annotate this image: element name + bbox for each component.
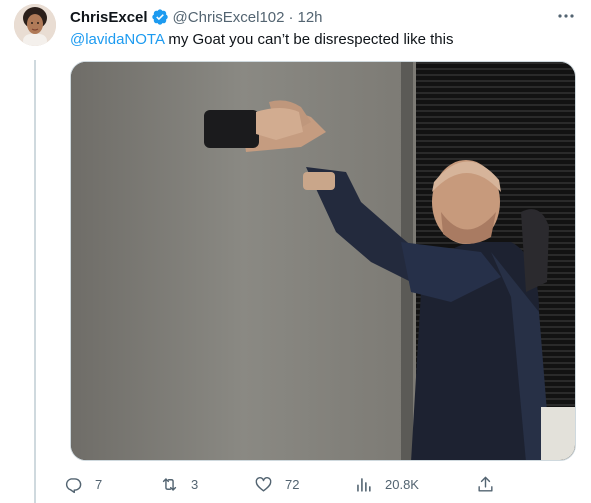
author-handle[interactable]: @ChrisExcel102 [173, 9, 285, 26]
views-count: 20.8K [385, 476, 419, 492]
more-dots-icon [558, 14, 574, 18]
share-button[interactable] [476, 472, 495, 496]
tweet-text: @lavidaNOTA my Goat you can’t be disresp… [70, 30, 571, 50]
retweet-button[interactable]: 3 [160, 472, 198, 496]
verified-badge-icon [151, 9, 168, 25]
timestamp[interactable]: 12h [297, 9, 322, 26]
like-button[interactable]: 72 [254, 472, 299, 496]
avatar-image [14, 4, 56, 46]
author-name[interactable]: ChrisExcel [70, 9, 148, 26]
selfie-photo-image [71, 62, 575, 460]
tweet-header: ChrisExcel @ChrisExcel102 · 12h [70, 6, 577, 28]
tweet-body: my Goat you can’t be disrespected like t… [164, 31, 454, 48]
retweet-count: 3 [191, 476, 199, 492]
mention-link[interactable]: @lavidaNOTA [70, 31, 164, 48]
separator-dot: · [288, 8, 294, 26]
views-button[interactable]: 20.8K [354, 472, 419, 496]
reply-icon [65, 477, 82, 493]
like-count: 72 [285, 476, 300, 492]
more-options-button[interactable] [555, 6, 577, 26]
reply-button[interactable]: 7 [64, 472, 102, 496]
avatar[interactable] [14, 4, 56, 46]
reply-count: 7 [95, 476, 103, 492]
thread-line [34, 60, 36, 503]
action-bar: 7 3 72 20.8K [64, 472, 504, 496]
tweet-photo[interactable] [70, 61, 576, 461]
retweet-icon [162, 477, 177, 491]
share-icon [478, 476, 493, 492]
views-analytics-icon [357, 477, 371, 492]
heart-icon [255, 476, 272, 492]
